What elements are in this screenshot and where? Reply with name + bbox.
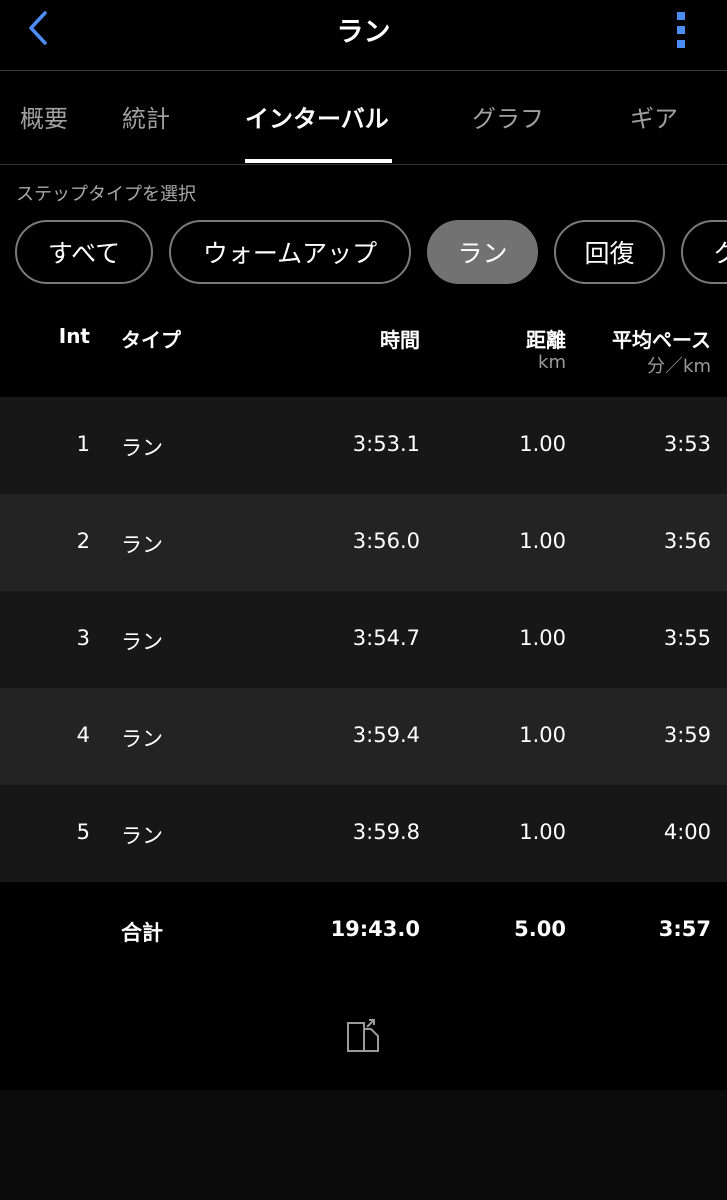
column-header-int: Int	[58, 324, 90, 348]
cell-int: 1	[76, 432, 90, 456]
app-header: ラン	[0, 0, 727, 71]
column-header-pace: 平均ペース	[612, 328, 711, 352]
column-unit-distance: km	[538, 352, 566, 373]
tab-bar: 概要 統計 インターバル グラフ ギア	[0, 71, 727, 165]
back-button[interactable]	[18, 8, 58, 48]
tab-gear[interactable]: ギア	[630, 99, 678, 134]
cell-time: 3:56.0	[352, 529, 420, 553]
cell-pace: 3:53	[663, 432, 711, 456]
cell-pace: 3:56	[663, 529, 711, 553]
cell-distance: 1.00	[519, 529, 566, 553]
table-row[interactable]: 1 ラン 3:53.1 1.00 3:53	[0, 397, 727, 494]
tab-overview[interactable]: 概要	[20, 99, 68, 134]
chip-cooldown[interactable]: ク	[681, 220, 727, 284]
table-row[interactable]: 2 ラン 3:56.0 1.00 3:56	[0, 494, 727, 591]
chip-all[interactable]: すべて	[15, 220, 153, 284]
more-options-button[interactable]	[671, 10, 691, 50]
cell-distance: 1.00	[519, 723, 566, 747]
step-type-label: ステップタイプを選択	[16, 184, 196, 205]
cell-time: 3:53.1	[352, 432, 420, 456]
total-distance: 5.00	[514, 917, 566, 941]
more-vertical-icon	[677, 12, 685, 20]
export-document-icon	[347, 1019, 379, 1052]
export-button[interactable]	[345, 1017, 383, 1055]
cell-pace: 4:00	[663, 820, 711, 844]
tab-graph[interactable]: グラフ	[472, 99, 544, 134]
footer-area	[0, 979, 727, 1090]
cell-distance: 1.00	[519, 626, 566, 650]
cell-int: 2	[76, 529, 90, 553]
total-row: 合計 19:43.0 5.00 3:57	[0, 882, 727, 979]
page-title: ラン	[336, 17, 391, 48]
cell-time: 3:54.7	[352, 626, 420, 650]
cell-distance: 1.00	[519, 820, 566, 844]
total-label: 合計	[121, 921, 163, 945]
cell-distance: 1.00	[519, 432, 566, 456]
column-header-type: タイプ	[121, 328, 181, 352]
chevron-left-icon	[29, 11, 47, 45]
tab-intervals[interactable]: インターバル	[245, 99, 389, 134]
column-header-time: 時間	[380, 328, 420, 352]
table-header: Int タイプ 時間 距離 km 平均ペース 分／km	[0, 300, 727, 397]
cell-type: ラン	[121, 436, 163, 460]
cell-int: 3	[76, 626, 90, 650]
chip-warmup[interactable]: ウォームアップ	[169, 220, 411, 284]
chip-recovery[interactable]: 回復	[554, 220, 665, 284]
cell-pace: 3:59	[663, 723, 711, 747]
cell-int: 5	[76, 820, 90, 844]
chip-run[interactable]: ラン	[427, 220, 538, 284]
column-header-distance: 距離	[526, 328, 566, 352]
step-type-chips: すべて ウォームアップ ラン 回復 ク	[0, 220, 727, 288]
total-time: 19:43.0	[330, 917, 420, 941]
table-row[interactable]: 5 ラン 3:59.8 1.00 4:00	[0, 785, 727, 882]
cell-time: 3:59.4	[352, 723, 420, 747]
cell-type: ラン	[121, 533, 163, 557]
active-tab-indicator	[245, 159, 392, 163]
cell-type: ラン	[121, 630, 163, 654]
interval-table: Int タイプ 時間 距離 km 平均ペース 分／km 1 ラン 3:53.1 …	[0, 300, 727, 979]
cell-int: 4	[76, 723, 90, 747]
bottom-area	[0, 1090, 727, 1200]
cell-pace: 3:55	[663, 626, 711, 650]
table-row[interactable]: 3 ラン 3:54.7 1.00 3:55	[0, 591, 727, 688]
cell-type: ラン	[121, 824, 163, 848]
tab-stats[interactable]: 統計	[122, 99, 170, 134]
cell-time: 3:59.8	[352, 820, 420, 844]
column-unit-pace: 分／km	[647, 356, 711, 377]
total-pace: 3:57	[658, 917, 711, 941]
cell-type: ラン	[121, 727, 163, 751]
table-row[interactable]: 4 ラン 3:59.4 1.00 3:59	[0, 688, 727, 785]
